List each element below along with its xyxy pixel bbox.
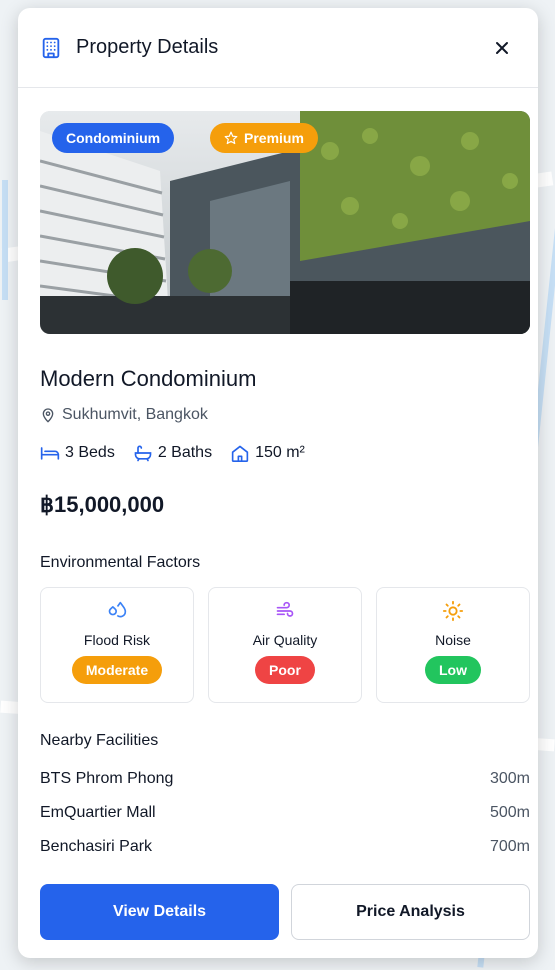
home-icon [231,445,249,462]
panel-title: Property Details [76,36,219,58]
property-specs: 3 Beds 2 Baths 150 m² [40,444,323,462]
env-card-flood-risk: Flood Risk Moderate [40,587,194,703]
environmental-factors: Flood Risk Moderate Air Quality Poor Noi… [40,587,530,703]
property-photo: Condominium Premium [40,111,530,334]
property-price: ฿15,000,000 [40,492,165,517]
bath-icon [134,445,152,462]
location-text: Sukhumvit, Bangkok [62,406,208,423]
building-icon [40,37,62,59]
area-text: 150 m² [255,444,305,461]
env-label: Air Quality [252,632,318,648]
property-name: Modern Condominium [40,366,257,391]
facility-name: Benchasiri Park [40,838,153,855]
bed-icon [40,447,60,460]
star-icon [224,131,238,145]
env-status-badge: Poor [255,656,315,684]
env-label: Noise [435,632,471,648]
env-card-air-quality: Air Quality Poor [208,587,362,703]
facility-distance: 500m [489,804,530,821]
facility-row: EmQuartier Mall 500m [40,804,530,822]
facility-distance: 300m [489,770,530,787]
property-location: Sukhumvit, Bangkok [40,406,208,424]
facility-name: EmQuartier Mall [40,804,156,821]
area-spec: 150 m² [230,444,305,462]
facility-row: BTS Phrom Phong 300m [40,770,530,788]
premium-label: Premium [244,130,304,146]
env-status-badge: Low [425,656,481,684]
wind-icon [274,600,296,622]
beds-spec: 3 Beds [40,444,115,462]
facility-row: Benchasiri Park 700m [40,838,530,856]
environmental-factors-title: Environmental Factors [40,554,201,571]
panel-header: Property Details [18,8,538,88]
facility-name: BTS Phrom Phong [40,770,174,787]
env-status-badge: Moderate [71,656,163,684]
baths-spec: 2 Baths [133,444,212,462]
property-details-panel: Property Details Condominium Premium Mod… [18,8,538,958]
beds-text: 3 Beds [65,444,115,461]
close-icon [496,41,508,54]
close-button[interactable] [488,34,516,62]
nearby-facilities-title: Nearby Facilities [40,732,159,749]
env-card-noise: Noise Low [376,587,530,703]
facility-distance: 700m [489,838,530,855]
droplets-icon [107,600,127,622]
price-analysis-button[interactable]: Price Analysis [291,884,530,940]
view-details-button[interactable]: View Details [40,884,279,940]
sun-icon [442,600,464,622]
env-label: Flood Risk [83,632,151,648]
category-badge: Condominium [52,123,175,153]
map-pin-icon [42,408,54,423]
premium-badge: Premium [210,123,318,153]
baths-text: 2 Baths [157,444,213,461]
